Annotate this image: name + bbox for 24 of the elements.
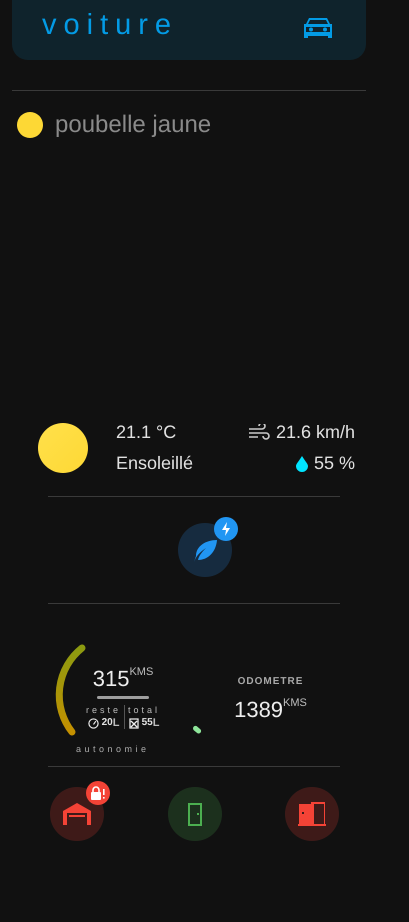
remaining-label: reste — [86, 705, 121, 715]
card-title: voiture — [42, 10, 178, 40]
garage-icon — [63, 803, 91, 825]
remaining-value: 20L — [102, 717, 120, 729]
sun-icon — [38, 423, 88, 473]
humidity: 55 % — [314, 453, 355, 474]
wind-speed: 21.6 km/h — [276, 422, 355, 443]
total-label: total — [128, 705, 160, 715]
eco-button[interactable] — [178, 523, 232, 577]
car-icon — [304, 16, 332, 40]
leaf-icon — [192, 538, 218, 562]
total-value: 55L — [142, 717, 160, 729]
reminder-label: poubelle jaune — [55, 111, 212, 139]
gauge-caption: autonomie — [76, 744, 150, 754]
temperature: 21.1 °C — [116, 422, 178, 443]
gauge-needle-icon — [192, 724, 202, 734]
drop-icon — [296, 456, 308, 472]
fuel-can-icon — [128, 717, 139, 729]
condition: Ensoleillé — [116, 453, 194, 474]
gauge-icon — [88, 718, 99, 728]
odometer-label: ODOMETRE — [238, 676, 304, 687]
door-icon — [186, 802, 204, 826]
wind-icon — [248, 424, 270, 442]
door-icon — [298, 802, 326, 826]
